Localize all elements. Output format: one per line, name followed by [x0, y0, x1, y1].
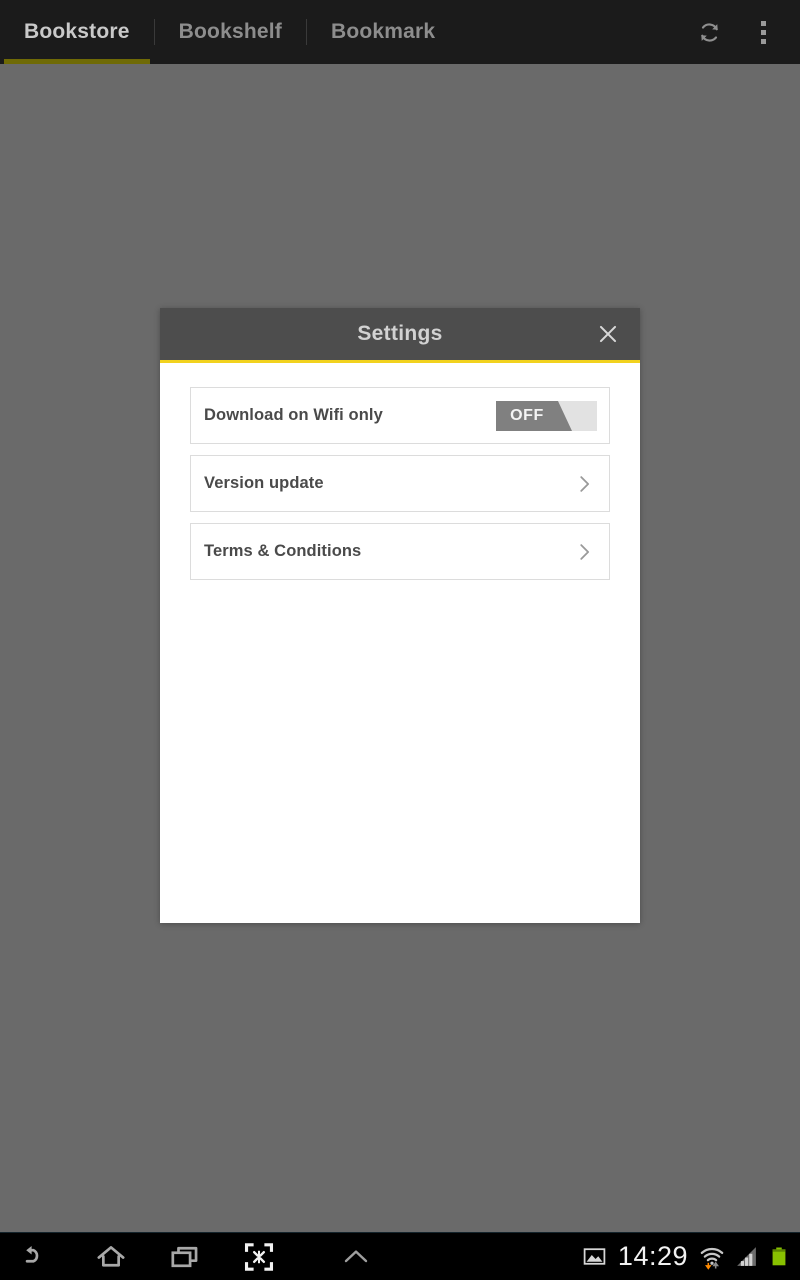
- overflow-menu-icon: [760, 20, 766, 44]
- screenshot-icon: [244, 1242, 274, 1271]
- nav-buttons: [0, 1233, 416, 1280]
- setting-label-download-wifi: Download on Wifi only: [204, 406, 383, 424]
- back-icon: [25, 1245, 39, 1263]
- overflow-menu-button[interactable]: [740, 6, 786, 58]
- recent-apps-icon: [171, 1246, 198, 1267]
- refresh-icon: [700, 22, 718, 42]
- dialog-header: Settings: [160, 308, 640, 363]
- setting-row-version-update[interactable]: Version update: [190, 455, 610, 512]
- wifi-only-toggle[interactable]: OFF: [496, 400, 597, 431]
- tab-bar: Bookstore Bookshelf Bookmark: [0, 0, 686, 64]
- app-action-bar: Bookstore Bookshelf Bookmark: [0, 0, 800, 64]
- setting-row-download-wifi[interactable]: Download on Wifi only OFF: [190, 387, 610, 444]
- setting-label-version-update: Version update: [204, 474, 324, 492]
- tab-bookstore-label: Bookstore: [24, 20, 130, 43]
- expand-status-button[interactable]: [296, 1233, 416, 1280]
- tab-bookshelf[interactable]: Bookshelf: [155, 0, 306, 64]
- back-button[interactable]: [0, 1233, 74, 1280]
- setting-label-terms-conditions: Terms & Conditions: [204, 542, 362, 560]
- close-icon: [599, 325, 617, 343]
- close-button[interactable]: [582, 308, 634, 360]
- chevron-right-icon: [571, 473, 597, 495]
- dialog-body: Download on Wifi only OFF Version update…: [160, 363, 640, 580]
- dialog-title: Settings: [357, 322, 443, 345]
- settings-dialog: Settings Download on Wifi only OFF Versi…: [160, 308, 640, 923]
- image-icon: [582, 1244, 607, 1269]
- tab-bookshelf-label: Bookshelf: [178, 20, 282, 43]
- battery-icon: [768, 1244, 790, 1269]
- home-icon: [97, 1245, 125, 1267]
- home-button[interactable]: [74, 1233, 148, 1280]
- screen-root: Bookstore Bookshelf Bookmark Settings Do…: [0, 0, 800, 1280]
- status-clock: 14:29: [617, 1241, 688, 1271]
- chevron-up-icon: [344, 1249, 368, 1262]
- tab-bookmark-label: Bookmark: [330, 20, 436, 43]
- tab-bookstore[interactable]: Bookstore: [0, 0, 154, 64]
- setting-row-terms-conditions[interactable]: Terms & Conditions: [190, 523, 610, 580]
- tab-bookmark[interactable]: Bookmark: [307, 0, 459, 64]
- refresh-button[interactable]: [686, 6, 732, 58]
- system-navigation-bar: 14:29: [0, 1232, 800, 1280]
- signal-icon: [734, 1244, 759, 1269]
- screenshot-button[interactable]: [222, 1233, 296, 1280]
- chevron-right-icon: [571, 541, 597, 563]
- status-icons[interactable]: 14:29: [582, 1243, 800, 1270]
- toggle-state-label: OFF: [510, 406, 544, 424]
- recent-apps-button[interactable]: [148, 1233, 222, 1280]
- wifi-icon: [699, 1244, 725, 1270]
- action-bar-buttons: [686, 6, 800, 58]
